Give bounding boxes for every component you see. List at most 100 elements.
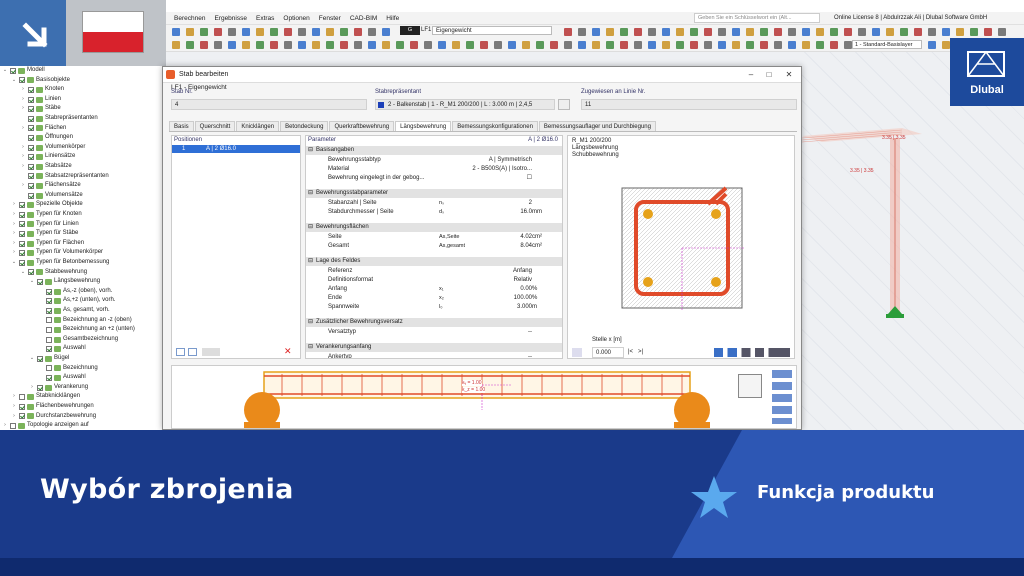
tree-item[interactable]: ⌄ Bügel — [29, 354, 69, 364]
chevron-down-icon[interactable]: ⌄ — [29, 277, 35, 287]
toolbar-icon[interactable] — [578, 28, 586, 36]
toolbar-icon[interactable] — [760, 28, 768, 36]
parameter-row[interactable]: Ankertyp -- — [306, 353, 562, 358]
toolbar-icon[interactable] — [214, 28, 222, 36]
toolbar-icon[interactable] — [312, 28, 320, 36]
tree-checkbox[interactable] — [28, 269, 34, 276]
toolbar-icon[interactable] — [592, 28, 600, 36]
tree-item[interactable]: › Flächensätze — [20, 181, 81, 191]
tree-checkbox[interactable] — [10, 67, 16, 74]
chevron-right-icon[interactable]: › — [2, 421, 8, 430]
tree-item[interactable]: Bezeichnung an +z (unten) — [38, 325, 135, 335]
toolbar-icon[interactable] — [242, 28, 250, 36]
toolbar-icon[interactable] — [298, 41, 306, 49]
tree-item[interactable]: Auswahl — [38, 373, 86, 383]
toolbar-icon[interactable] — [746, 28, 754, 36]
parameter-row[interactable]: Bewehrung eingelegt in der gebog... ☐ — [306, 174, 562, 183]
tree-item[interactable]: › Typen für Volumenkörper — [11, 248, 103, 258]
toolbar-icon[interactable] — [466, 41, 474, 49]
stabrep-select[interactable]: 2 - Balkenstab | 1 - R_M1 200/200 | L : … — [375, 99, 555, 110]
toolbar-icon[interactable] — [228, 41, 236, 49]
tree-item[interactable]: As, gesamt, vorh. — [38, 306, 110, 316]
parameter-row[interactable]: Seite As,Seite 4.02 cm² — [306, 233, 562, 242]
toolbar-icon[interactable] — [382, 41, 390, 49]
tree-checkbox[interactable] — [28, 182, 34, 189]
parameter-section[interactable]: Bewehrungsflächen — [306, 223, 562, 232]
chevron-right-icon[interactable]: › — [20, 104, 26, 114]
chevron-down-icon[interactable]: ⌄ — [11, 76, 17, 86]
parameter-section[interactable]: Lage des Feldes — [306, 257, 562, 266]
toolbar-icon[interactable] — [522, 41, 530, 49]
parameter-row[interactable]: Spannweite l₀ 3.000 m — [306, 303, 562, 312]
dialog-tab[interactable]: Querschnitt — [194, 121, 236, 131]
dialog-tab[interactable]: Basis — [169, 121, 194, 131]
parameter-section[interactable]: Verankerungsanfang — [306, 343, 562, 352]
menu-item[interactable]: Extras — [256, 15, 274, 22]
tree-item[interactable]: › Durchstanzbewehrung — [11, 412, 96, 422]
toolbar-icon[interactable] — [886, 28, 894, 36]
toolbar-icon[interactable] — [368, 28, 376, 36]
tree-checkbox[interactable] — [46, 365, 52, 372]
chevron-down-icon[interactable]: ⌄ — [20, 268, 26, 278]
stabrep-edit-button[interactable] — [558, 99, 570, 110]
tree-item[interactable]: › Typen für Linien — [11, 220, 79, 230]
tree-checkbox[interactable] — [28, 125, 34, 132]
chevron-down-icon[interactable]: ⌄ — [2, 66, 8, 76]
position-tools-icon[interactable] — [202, 348, 220, 356]
parameter-section[interactable]: Zusätzlicher Bewehrungsversatz — [306, 318, 562, 327]
toolbar-icon[interactable] — [970, 28, 978, 36]
tree-item[interactable]: › Verankerung — [29, 383, 88, 393]
toolbar-icon[interactable] — [634, 41, 642, 49]
parameter-row[interactable]: Definitionsformat Relativ — [306, 276, 562, 285]
parameter-row[interactable]: Referenz Anfang — [306, 267, 562, 276]
tree-checkbox[interactable] — [46, 336, 52, 343]
toolbar-icon[interactable] — [816, 41, 824, 49]
tree-checkbox[interactable] — [19, 240, 25, 247]
toolbar-icon[interactable] — [592, 41, 600, 49]
tree-item[interactable]: As,+z (unten), vorh. — [38, 296, 116, 306]
position-row[interactable]: 1 A | 2 Ø16.0 — [172, 145, 300, 153]
dialog-tab[interactable]: Knicklängen — [236, 121, 280, 131]
tree-item[interactable]: Bezeichnung — [38, 364, 98, 374]
toolbar-icon[interactable] — [368, 41, 376, 49]
tree-checkbox[interactable] — [37, 278, 43, 285]
copy-position-icon[interactable] — [188, 348, 197, 356]
tree-checkbox[interactable] — [37, 355, 43, 362]
toolbar-icon[interactable] — [242, 41, 250, 49]
toolbar-icon[interactable] — [494, 41, 502, 49]
dialog-tab[interactable]: Längsbewehrung — [395, 121, 452, 131]
toolbar-icon[interactable] — [200, 28, 208, 36]
toolbar-icon[interactable] — [900, 28, 908, 36]
tree-item[interactable]: › Stabknicklängen — [11, 392, 80, 402]
tree-item[interactable]: › Stabsätze — [20, 162, 72, 172]
menu-item[interactable]: Optionen — [283, 15, 309, 22]
toolbar-icon[interactable] — [256, 28, 264, 36]
toolbar-icon[interactable] — [606, 28, 614, 36]
tree-item[interactable]: Öffnungen — [20, 133, 73, 143]
chevron-right-icon[interactable]: › — [20, 143, 26, 153]
menu-item[interactable]: Fenster — [319, 15, 341, 22]
chevron-down-icon[interactable]: ⌄ — [11, 258, 17, 268]
linie-field[interactable]: 11 — [581, 99, 797, 110]
tree-item[interactable]: ⌄ Basisobjekte — [11, 76, 70, 86]
delete-position-icon[interactable]: ✕ — [284, 347, 292, 356]
tree-checkbox[interactable] — [28, 134, 34, 141]
parameter-row[interactable]: Stabdurchmesser | Seite dₛ 16.0 mm — [306, 208, 562, 217]
tree-checkbox[interactable] — [28, 115, 34, 122]
toolbar-icon[interactable] — [844, 41, 852, 49]
toolbar-icon[interactable] — [578, 41, 586, 49]
toolbar-icon[interactable] — [956, 28, 964, 36]
chevron-right-icon[interactable]: › — [11, 220, 17, 230]
tree-checkbox[interactable] — [19, 403, 25, 410]
tree-checkbox[interactable] — [37, 384, 43, 391]
toolbar-icon[interactable] — [942, 28, 950, 36]
tree-checkbox[interactable] — [46, 307, 52, 314]
toolbar-icon[interactable] — [186, 28, 194, 36]
toolbar-icon[interactable] — [830, 28, 838, 36]
tree-item[interactable]: ⌄ Typen für Betonbemessung — [11, 258, 109, 268]
dialog-tab[interactable]: Querkraftbewehrung — [329, 121, 395, 131]
toolbar-icon[interactable] — [928, 41, 936, 49]
parameter-row[interactable]: Gesamt As,gesamt 8.04 cm² — [306, 242, 562, 251]
toolbar-icon[interactable] — [732, 41, 740, 49]
toolbar-icon[interactable] — [298, 28, 306, 36]
